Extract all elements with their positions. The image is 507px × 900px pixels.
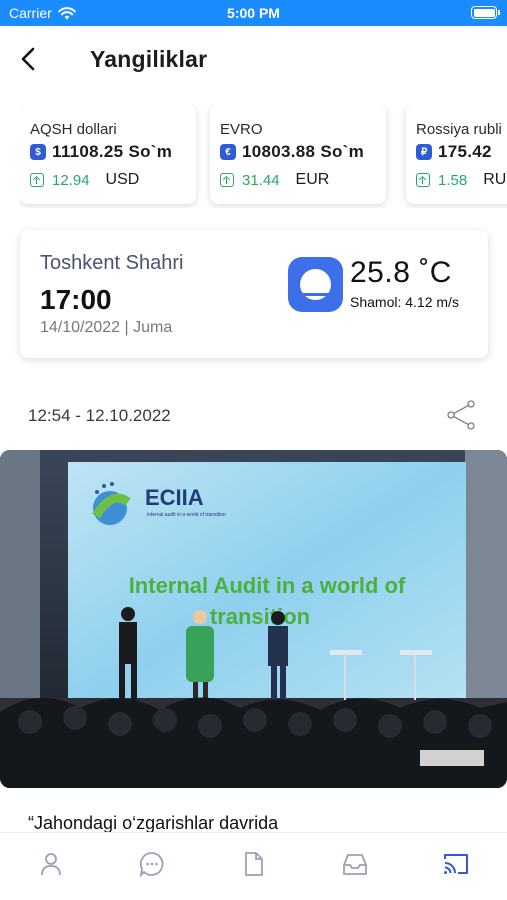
rate-value: 10803.88 So`m <box>242 142 365 161</box>
arrow-up-icon <box>416 173 430 187</box>
local-date: 14/10/2022 | Juma <box>40 319 173 336</box>
status-time: 5:00 PM <box>227 5 280 21</box>
battery-icon <box>471 6 500 19</box>
document-icon <box>244 852 263 876</box>
rate-card-usd[interactable]: AQSH dollari $ 11108.25 So`m 12.94 USD <box>20 104 196 204</box>
slide-text-line1: Internal Audit in a world of <box>129 573 406 598</box>
article-timestamp: 12:54 - 12.10.2022 <box>28 406 171 425</box>
share-icon[interactable] <box>444 398 478 432</box>
logo-text: ECIIA <box>145 485 204 510</box>
currency-rates-carousel[interactable]: AQSH dollari $ 11108.25 So`m 12.94 USD E… <box>20 104 507 208</box>
rate-code: RUB <box>483 171 507 188</box>
inbox-icon <box>343 854 367 875</box>
rate-name: Rossiya rubli <box>416 121 502 138</box>
local-time: 17:00 <box>40 284 112 315</box>
rate-card-rub[interactable]: Rossiya rubli ₽ 175.42 1.58 RUB <box>406 104 507 204</box>
rate-change: 31.44 <box>242 171 280 189</box>
tab-chat[interactable] <box>101 833 202 900</box>
article-photo[interactable]: ECIIA internal audit in a world of trans… <box>0 450 507 788</box>
ruble-coin-icon: ₽ <box>416 144 432 160</box>
city-name: Toshkent Shahri <box>40 252 184 274</box>
arrow-up-icon <box>30 173 44 187</box>
arrow-up-icon <box>220 173 234 187</box>
tab-cast[interactable] <box>406 833 507 900</box>
chat-icon <box>139 852 164 877</box>
rate-card-eur[interactable]: EVRO € 10803.88 So`m 31.44 EUR <box>210 104 386 204</box>
euro-coin-icon: € <box>220 144 236 160</box>
tab-inbox[interactable] <box>304 833 405 900</box>
back-arrow-icon[interactable] <box>14 44 44 74</box>
temperature: 25.8 ˚C <box>350 256 452 289</box>
weather-icon <box>288 257 343 312</box>
rate-code: EUR <box>295 171 330 188</box>
page-title: Yangiliklar <box>90 46 208 72</box>
rate-value: 175.42 <box>438 142 492 161</box>
rate-name: EVRO <box>220 121 263 138</box>
header: Yangiliklar <box>0 26 507 92</box>
status-bar: Carrier 5:00 PM <box>0 0 507 26</box>
weather-card[interactable]: Toshkent Shahri 17:00 14/10/2022 | Juma … <box>20 230 488 358</box>
slide-text-line2: transition <box>210 604 310 629</box>
conference-scene: ECIIA internal audit in a world of trans… <box>0 450 507 788</box>
dollar-coin-icon: $ <box>30 144 46 160</box>
article-title[interactable]: “Jahondagi o‘zgarishlar davrida <box>28 813 278 834</box>
logo-subtitle: internal audit in a world of transition <box>147 512 226 518</box>
tab-documents[interactable] <box>203 833 304 900</box>
tab-bar <box>0 832 507 900</box>
wind-speed: Shamol: 4.12 m/s <box>350 294 459 310</box>
profile-icon <box>40 853 61 876</box>
tab-profile[interactable] <box>0 833 101 900</box>
rate-value: 11108.25 So`m <box>52 142 173 161</box>
rate-code: USD <box>105 171 140 188</box>
rate-change: 12.94 <box>52 171 90 189</box>
rate-change: 1.58 <box>438 171 468 189</box>
cast-icon <box>444 854 469 874</box>
rate-name: AQSH dollari <box>30 121 117 138</box>
